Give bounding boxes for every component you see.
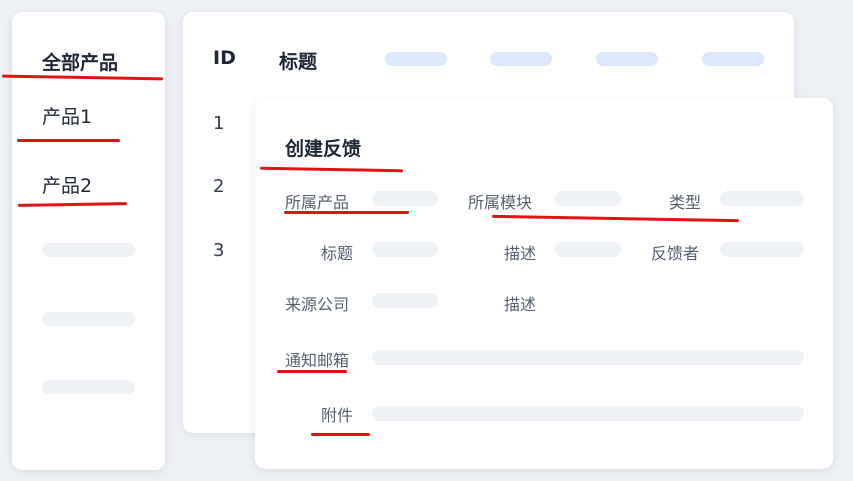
annotation-underline: [311, 433, 370, 436]
source-company-input[interactable]: [372, 293, 438, 308]
column-header-placeholder: [490, 52, 552, 66]
title-label: 标题: [321, 244, 354, 263]
product-select[interactable]: [372, 191, 438, 206]
sidebar-item-placeholder[interactable]: [42, 312, 135, 326]
module-select[interactable]: [555, 191, 621, 206]
reporter-label: 反馈者: [651, 244, 700, 263]
annotation-underline: [277, 370, 347, 373]
type-select[interactable]: [720, 191, 804, 206]
column-header-placeholder: [596, 52, 658, 66]
table-row-id[interactable]: 1: [213, 113, 224, 134]
column-header-placeholder: [702, 52, 764, 66]
product-sidebar: 全部产品 产品1 产品2: [12, 12, 165, 470]
sidebar-item-product-2[interactable]: 产品2: [42, 171, 92, 198]
description-label: 描述: [504, 244, 537, 263]
reporter-input[interactable]: [720, 242, 804, 257]
description-input[interactable]: [555, 242, 621, 257]
create-feedback-dialog: 创建反馈 所属产品 所属模块 类型 标题 描述 反馈者 来源公司 描述 通知邮箱…: [255, 98, 833, 469]
table-row-id[interactable]: 3: [213, 240, 224, 261]
title-input[interactable]: [372, 242, 438, 257]
attachment-label: 附件: [321, 406, 354, 425]
column-header-placeholder: [385, 52, 447, 66]
column-header-title: 标题: [279, 51, 318, 73]
table-row-id[interactable]: 2: [213, 176, 224, 197]
type-label: 类型: [669, 193, 702, 212]
attachment-upload[interactable]: [372, 406, 804, 421]
sidebar-item-placeholder[interactable]: [42, 243, 135, 257]
notify-email-label: 通知邮箱: [285, 351, 350, 370]
sidebar-item-product-1[interactable]: 产品1: [42, 102, 92, 129]
dialog-title: 创建反馈: [285, 138, 362, 160]
description-label-2: 描述: [504, 295, 537, 314]
annotation-underline: [17, 139, 120, 142]
module-label: 所属模块: [468, 193, 533, 212]
sidebar-item-placeholder[interactable]: [42, 380, 135, 394]
column-header-id: ID: [213, 47, 236, 69]
annotation-underline: [284, 211, 409, 214]
source-company-label: 来源公司: [285, 295, 350, 314]
sidebar-item-all-products[interactable]: 全部产品: [42, 48, 118, 75]
product-label: 所属产品: [285, 193, 350, 212]
notify-email-input[interactable]: [372, 350, 804, 365]
